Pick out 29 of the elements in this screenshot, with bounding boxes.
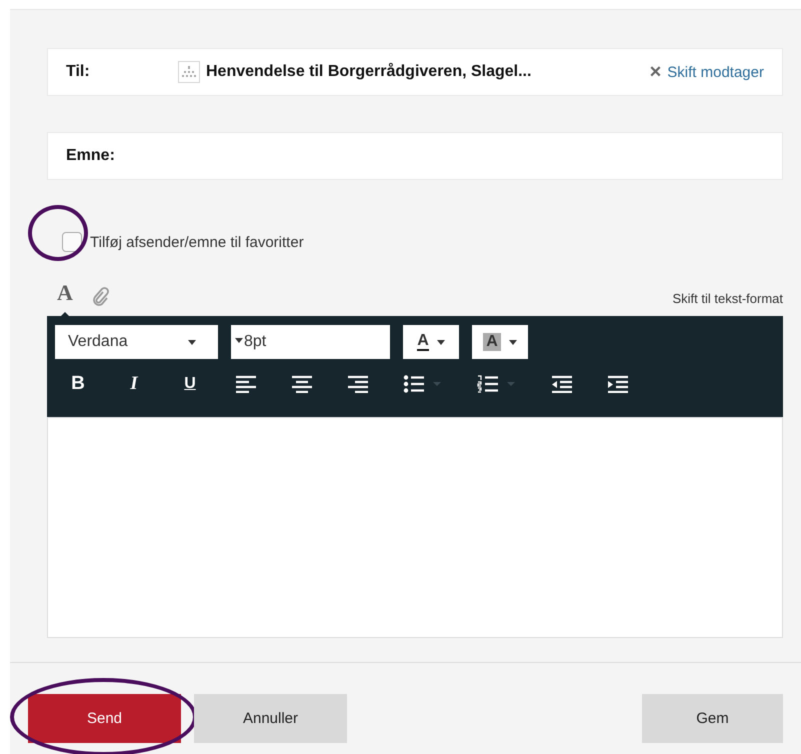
bullet-list-icon[interactable]: [403, 375, 443, 393]
organization-icon: [178, 61, 200, 83]
align-center-icon[interactable]: [291, 375, 313, 393]
outdent-icon[interactable]: [551, 375, 573, 393]
favorite-checkbox[interactable]: [62, 232, 82, 252]
highlight-color-button[interactable]: A: [472, 325, 528, 359]
to-label: Til:: [66, 63, 91, 81]
action-button[interactable]: Gem: [642, 694, 783, 743]
indent-icon[interactable]: [607, 375, 629, 393]
align-left-icon[interactable]: [235, 375, 257, 393]
italic-button[interactable]: I: [123, 373, 145, 395]
font-size-field[interactable]: 8pt: [231, 325, 390, 359]
paperclip-icon[interactable]: [90, 286, 109, 306]
action-button[interactable]: Annuller: [194, 694, 347, 743]
align-right-icon[interactable]: [347, 375, 369, 393]
subject-label: Emne:: [66, 147, 116, 165]
recipient-name: Henvendelse til Borgerrådgiveren, Slagel...: [206, 63, 532, 81]
subject-field[interactable]: Emne:: [47, 132, 783, 180]
send-button[interactable]: Send: [28, 694, 181, 743]
favorite-label: Tilføj afsender/emne til favoritter: [90, 234, 304, 250]
font-dropdown[interactable]: Verdana: [55, 325, 218, 359]
remove-icon[interactable]: ×: [650, 60, 662, 84]
change-recipient-link[interactable]: Skift modtager: [667, 64, 764, 80]
bold-button[interactable]: B: [67, 373, 89, 395]
underline-button[interactable]: U: [179, 375, 201, 393]
numbered-list-icon[interactable]: [477, 375, 517, 393]
plain-text-link[interactable]: Skift til tekst-format: [672, 291, 783, 306]
text-color-button[interactable]: A: [403, 325, 459, 359]
format-tab[interactable]: A: [57, 280, 73, 306]
